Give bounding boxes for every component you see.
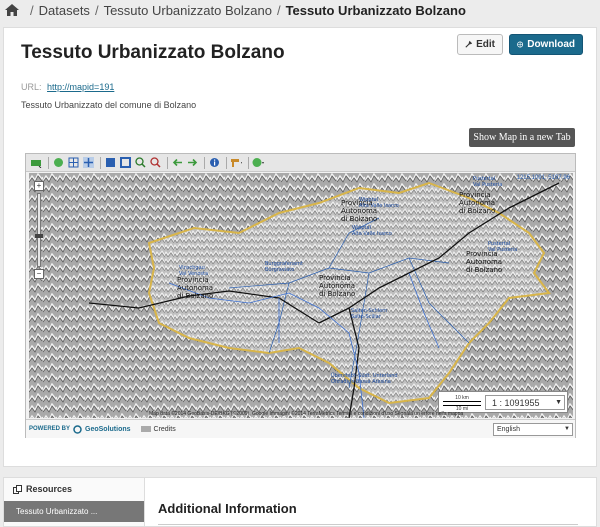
toolbar-divider: [100, 156, 101, 169]
district-label: Pustertal Val Pusteria: [488, 241, 518, 253]
resources-label: Resources: [26, 484, 73, 494]
globe-icon: [517, 41, 524, 48]
download-button[interactable]: Download: [509, 34, 583, 55]
show-map-button[interactable]: Show Map in a new Tab: [469, 128, 575, 147]
zoom-slider[interactable]: [35, 193, 43, 267]
resource-item[interactable]: Tessuto Urbanizzato ...: [4, 501, 144, 522]
zoom-extent-icon[interactable]: [67, 157, 79, 169]
chevron-down-icon: ▼: [555, 399, 562, 406]
edit-label: Edit: [476, 39, 495, 50]
layers-icon[interactable]: [30, 157, 42, 169]
url-link[interactable]: http://mapid=191: [47, 82, 114, 92]
toolbar-divider: [167, 156, 168, 169]
download-label: Download: [527, 39, 575, 50]
scale-value: 1 : 1091955: [492, 397, 540, 408]
brand-label: GeoSolutions: [85, 425, 131, 433]
district-label: Vinschgau Val Venosta: [179, 265, 209, 277]
credits-label: Credits: [153, 425, 176, 433]
zoom-out-button[interactable]: −: [34, 269, 44, 279]
district-label: Salten-Schlern Salto-Sciliar: [351, 308, 388, 320]
page-title: Tessuto Urbanizzato Bolzano: [21, 42, 285, 63]
geosolutions-logo-icon: [73, 424, 82, 434]
language-select[interactable]: English ▼: [493, 423, 573, 436]
globe-icon[interactable]: [52, 157, 64, 169]
scale-control: 10 km 10 mi 1 : 1091955 ▼: [438, 391, 568, 413]
bottom-section: Resources Tessuto Urbanizzato ... Additi…: [0, 477, 600, 527]
zoom-out-icon[interactable]: [149, 157, 161, 169]
description: Tessuto Urbanizzato del comune di Bolzan…: [21, 100, 197, 110]
edit-button[interactable]: Edit: [457, 34, 503, 55]
divider: [158, 524, 578, 525]
toolbar-divider: [226, 156, 227, 169]
language-value: English: [497, 426, 520, 433]
breadcrumb-separator: /: [30, 2, 34, 18]
credits-link[interactable]: Credits: [140, 425, 176, 433]
pan-icon[interactable]: [82, 157, 94, 169]
map-viewer: 1215.1091, 5197.96 + − Provincia Autonom…: [25, 153, 576, 438]
map-footer: POWERED BY GeoSolutions Credits English …: [26, 419, 575, 438]
breadcrumb-dataset[interactable]: Tessuto Urbanizzato Bolzano: [104, 3, 272, 18]
resources-heading: Resources: [13, 484, 72, 494]
back-arrow-icon[interactable]: [171, 157, 183, 169]
measure-icon[interactable]: [230, 157, 242, 169]
zoom-in-icon[interactable]: [134, 157, 146, 169]
district-label: Wipptal Alta Valle Isarco: [352, 225, 392, 237]
zoom-control: + −: [33, 181, 45, 279]
powered-by-label: POWERED BY: [29, 426, 71, 432]
breadcrumb-separator: /: [94, 2, 99, 18]
resource-card: Tessuto Urbanizzato Bolzano Edit Downloa…: [3, 27, 597, 467]
toolbar-divider: [48, 156, 49, 169]
toolbar-divider: [204, 156, 205, 169]
url-line: URL: http://mapid=191: [21, 82, 114, 92]
breadcrumb: / Datasets / Tessuto Urbanizzato Bolzano…: [0, 0, 600, 20]
print-globe-icon[interactable]: [252, 157, 264, 169]
credits-icon: [140, 426, 151, 432]
home-icon[interactable]: [5, 4, 19, 16]
scale-km: 10 km: [443, 395, 481, 402]
zoom-slider-handle[interactable]: [35, 234, 43, 238]
toolbar-divider: [248, 156, 249, 169]
scale-select[interactable]: 1 : 1091955 ▼: [485, 395, 565, 410]
breadcrumb-separator: /: [276, 2, 281, 18]
breadcrumb-current: Tessuto Urbanizzato Bolzano: [285, 2, 466, 18]
url-label: URL:: [21, 82, 42, 92]
coordinates-readout: 1215.1091, 5197.96: [516, 175, 570, 181]
place-label: Provincia Autonoma di Bolzano: [177, 276, 214, 300]
zoom-in-button[interactable]: +: [34, 181, 44, 191]
zoom-box-out-icon[interactable]: [119, 157, 131, 169]
district-label: Wipptal Alta Valle Isarco: [359, 197, 399, 209]
district-label: Burggrafenamt Burgraviato: [265, 261, 303, 273]
forward-arrow-icon[interactable]: [186, 157, 198, 169]
zoom-box-in-icon[interactable]: [104, 157, 116, 169]
wrench-icon: [465, 40, 473, 48]
map-canvas[interactable]: 1215.1091, 5197.96 + − Provincia Autonom…: [29, 173, 573, 418]
additional-info-panel: Additional Information: [145, 477, 597, 527]
place-label: Provincia Autonoma di Bolzano: [466, 250, 503, 274]
map-toolbar: [26, 154, 575, 172]
scale-bar: 10 km 10 mi: [443, 395, 481, 412]
place-label: Provincia Autonoma di Bolzano: [459, 191, 496, 215]
district-label: Überetsch-Südt. Unterland Oltradige-Bass…: [331, 373, 398, 385]
info-icon[interactable]: [208, 157, 220, 169]
breadcrumb-datasets[interactable]: Datasets: [39, 3, 90, 18]
additional-info-heading: Additional Information: [158, 501, 297, 516]
copy-icon: [13, 484, 22, 494]
map-attribution: Map data ©2014 GeoBasis-DE/BKG (©2009), …: [149, 411, 464, 417]
place-label: Provincia Autonoma di Bolzano: [319, 274, 356, 298]
chevron-down-icon: ▼: [564, 426, 570, 432]
district-label: Pustertal Val Pusteria: [473, 176, 503, 188]
resources-sidebar: Resources Tessuto Urbanizzato ...: [3, 477, 145, 527]
